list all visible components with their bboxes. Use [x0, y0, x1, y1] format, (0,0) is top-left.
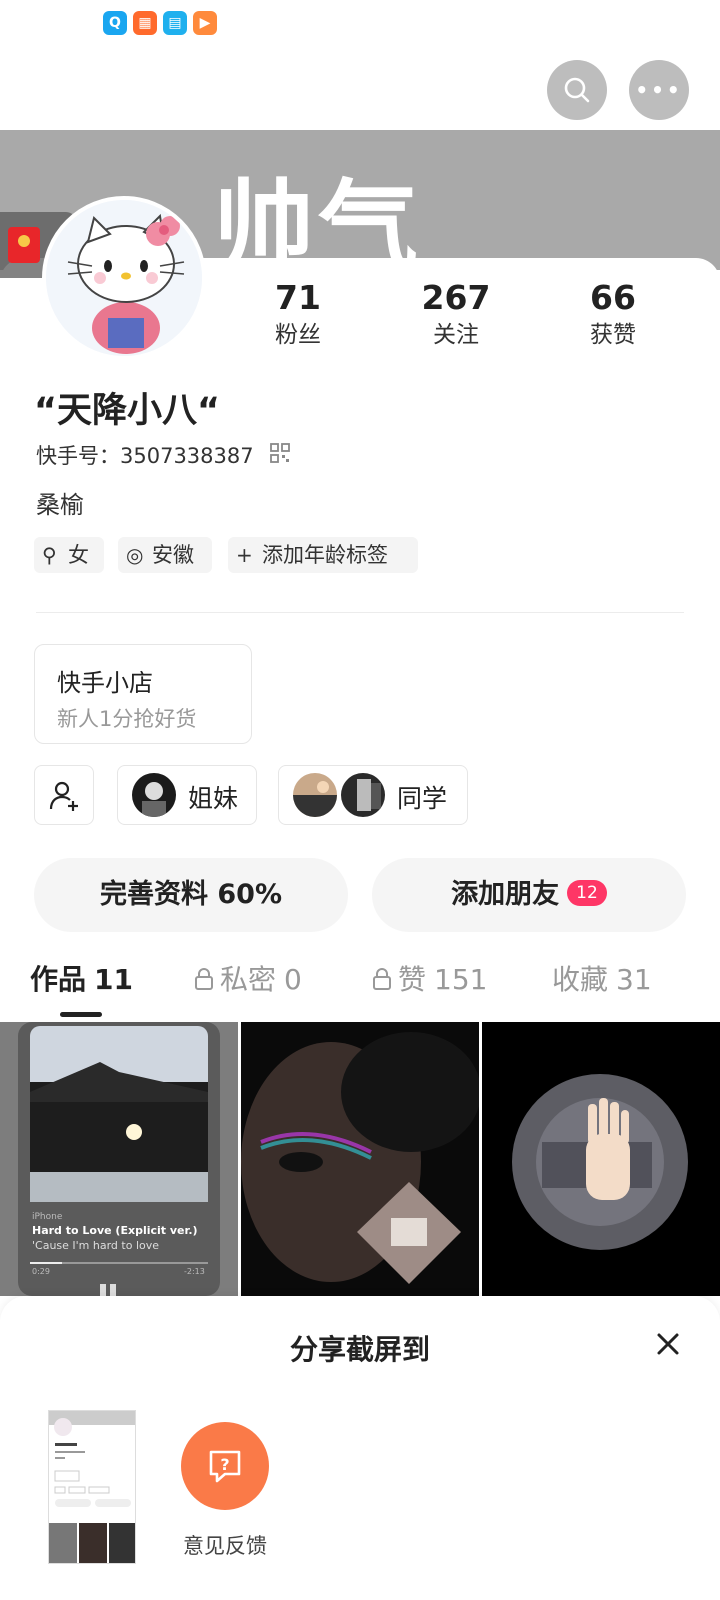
kuaishou-id-label: 快手号：: [36, 444, 120, 468]
friend-request-badge: 12: [567, 879, 607, 906]
location-tag[interactable]: ◎ 安徽: [118, 537, 212, 573]
tab-count: 11: [94, 963, 133, 996]
tab-label: 私密: [220, 963, 277, 996]
kuaishou-id: 3507338387: [120, 444, 254, 468]
location-tag-label: 安徽: [152, 543, 194, 567]
close-icon: [657, 1333, 679, 1355]
feedback-button[interactable]: ?: [181, 1422, 269, 1510]
grid-app-icon: ▦: [133, 11, 157, 35]
tab-label: 收藏: [552, 963, 609, 996]
tab-liked[interactable]: 赞 151: [372, 960, 487, 1000]
following-count: 267: [421, 278, 491, 317]
more-button[interactable]: •••: [629, 60, 689, 120]
group-avatar: [132, 773, 176, 817]
group-label: 同学: [397, 784, 448, 813]
tab-label: 赞: [398, 963, 427, 996]
following-stat[interactable]: 267 关注: [396, 278, 516, 352]
bio: 桑榆: [36, 491, 84, 519]
lock-icon: [195, 968, 213, 990]
kuaishou-id-row[interactable]: 快手号：3507338387: [36, 440, 290, 470]
shop-subtitle: 新人1分抢好货: [57, 707, 197, 731]
add-age-tag-label: 添加年龄标签: [262, 543, 388, 567]
followers-stat[interactable]: 71 粉丝: [238, 278, 358, 352]
screenshot-preview[interactable]: [48, 1410, 136, 1564]
feedback-label: 意见反馈: [183, 1534, 267, 1558]
tab-works[interactable]: 作品 11: [30, 960, 133, 1000]
close-button[interactable]: [648, 1324, 688, 1364]
tab-favorites[interactable]: 收藏 31: [552, 960, 652, 1000]
video-thumbnail-hand[interactable]: [482, 1022, 720, 1296]
sheet-title: 分享截屏到: [289, 1333, 430, 1366]
likes-stat[interactable]: 66 获赞: [553, 278, 673, 352]
group-label: 姐妹: [188, 784, 239, 813]
svg-text:?: ?: [220, 1455, 229, 1474]
gender-tag-label: 女: [68, 543, 89, 567]
group-avatar: [293, 773, 337, 817]
red-envelope-icon: [8, 227, 40, 263]
add-person-icon: [49, 781, 78, 811]
tab-label: 作品: [30, 963, 87, 996]
tab-private[interactable]: 私密 0: [194, 960, 302, 1000]
kuaishou-shop-card[interactable]: 快手小店 新人1分抢好货: [34, 644, 252, 744]
banner-text: 帅气: [214, 169, 422, 271]
hello-kitty-avatar-image: [46, 200, 202, 356]
song-title: Hard to Love (Explicit ver.): [32, 1224, 198, 1237]
feedback-question-icon: ?: [209, 1450, 241, 1483]
add-friends-button[interactable]: 添加朋友 12: [372, 858, 686, 932]
tab-count: 0: [284, 963, 302, 996]
shop-title: 快手小店: [57, 669, 153, 697]
group-avatar: [341, 773, 385, 817]
gender-tag[interactable]: ⚲ 女: [34, 537, 104, 573]
device-label: iPhone: [32, 1212, 63, 1222]
likes-count: 66: [590, 278, 636, 317]
followers-count: 71: [275, 278, 321, 317]
lock-icon: [373, 968, 391, 990]
search-icon: [564, 77, 590, 103]
status-bar: Q ▦ ▤ ▶: [0, 0, 720, 48]
tab-count: 151: [434, 963, 488, 996]
gender-female-icon: ⚲: [42, 543, 57, 567]
active-tab-indicator: [60, 1012, 102, 1017]
song-lyric: 'Cause I'm hard to love: [32, 1239, 160, 1252]
divider: [36, 612, 684, 613]
book-app-icon: ▤: [163, 11, 187, 35]
complete-profile-button[interactable]: 完善资料 60%: [34, 858, 348, 932]
share-screenshot-sheet: 分享截屏到 ? 意见反馈: [0, 1296, 720, 1600]
location-pin-icon: ◎: [126, 543, 144, 567]
video-thumbnail-music[interactable]: iPhone Hard to Love (Explicit ver.) 'Cau…: [0, 1022, 238, 1296]
qr-code-icon[interactable]: [270, 443, 290, 463]
following-label: 关注: [433, 322, 479, 348]
remaining-time: -2:13: [184, 1267, 205, 1276]
group-chip-classmates[interactable]: 同学: [278, 765, 468, 825]
video-thumbnail-glitch-portrait[interactable]: [241, 1022, 479, 1296]
add-age-tag[interactable]: + 添加年龄标签: [228, 537, 418, 573]
add-group-button[interactable]: [34, 765, 94, 825]
tab-count: 31: [616, 963, 652, 996]
plus-icon: +: [236, 543, 253, 567]
search-button[interactable]: [547, 60, 607, 120]
avatar[interactable]: [42, 196, 206, 360]
play-app-icon: ▶: [193, 11, 217, 35]
nickname: “天降小八“: [34, 391, 221, 431]
more-icon: •••: [635, 78, 683, 102]
elapsed-time: 0:29: [32, 1267, 50, 1276]
add-friends-label: 添加朋友: [451, 879, 560, 910]
likes-label: 获赞: [590, 322, 636, 348]
followers-label: 粉丝: [275, 322, 321, 348]
search-app-icon: Q: [103, 11, 127, 35]
group-chip-sisters[interactable]: 姐妹: [117, 765, 257, 825]
